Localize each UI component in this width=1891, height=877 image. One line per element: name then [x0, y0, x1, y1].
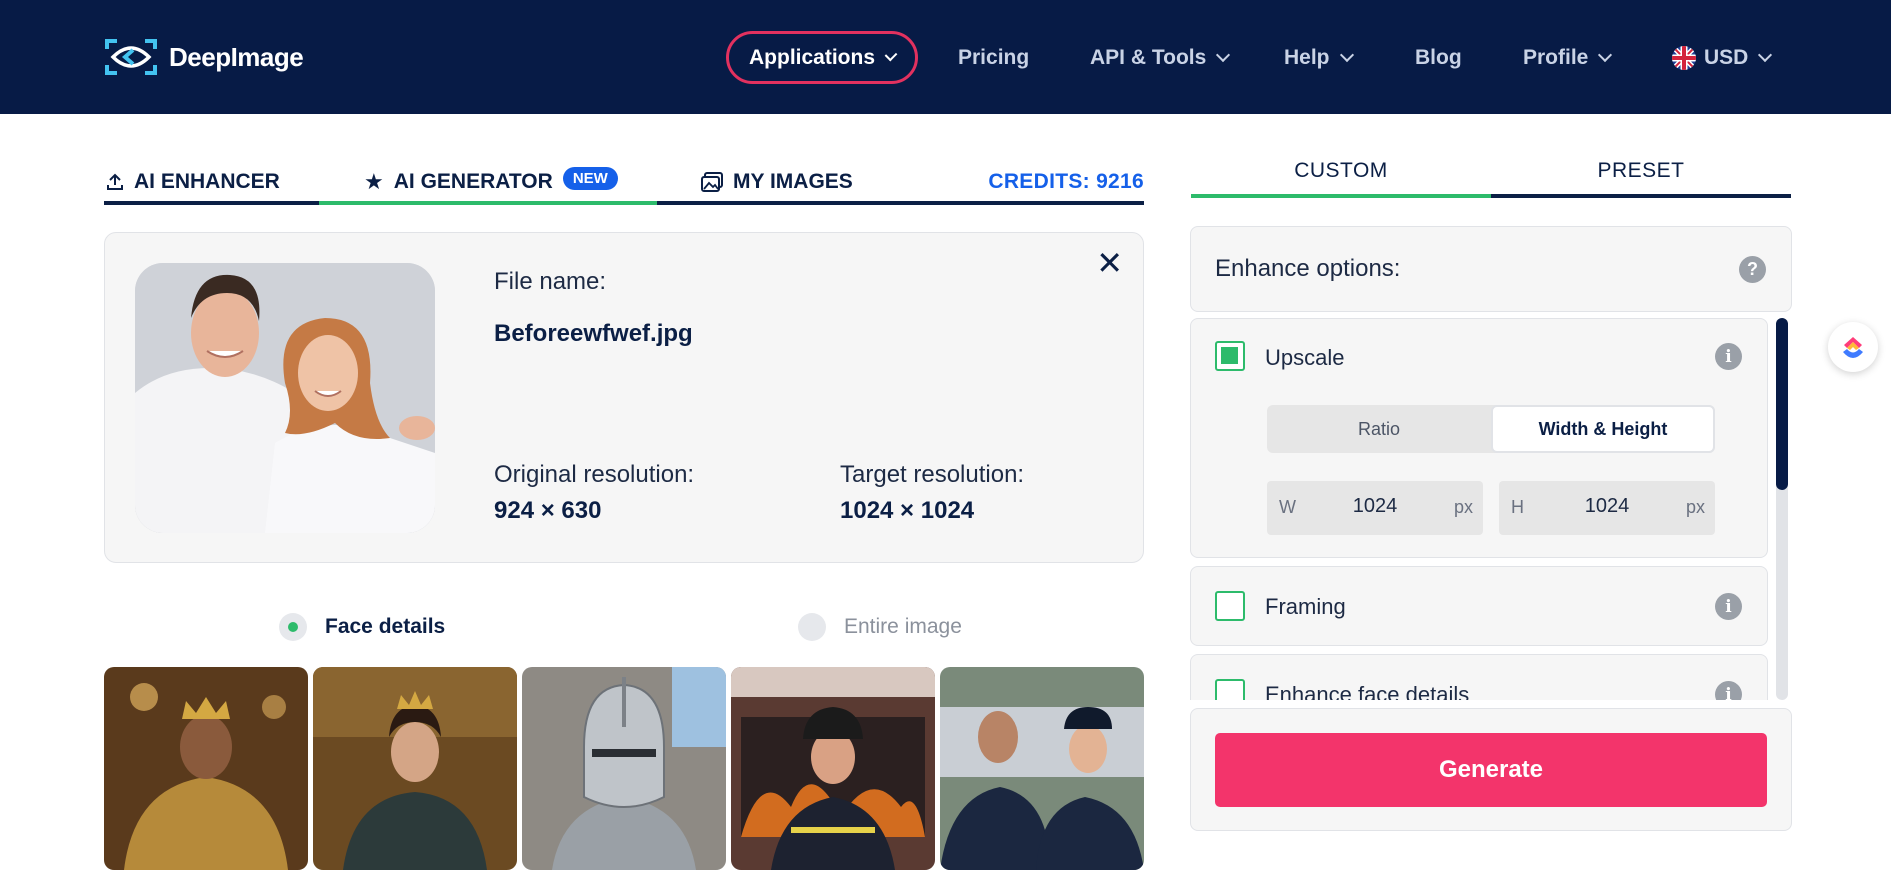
logo-eye-icon — [105, 39, 157, 75]
uk-flag-icon — [1672, 45, 1696, 70]
preset-knight-image[interactable] — [522, 667, 726, 870]
tab-ai-enhancer-label: AI ENHANCER — [134, 170, 280, 193]
chevron-down-icon — [1216, 47, 1231, 62]
tab-my-images-label: MY IMAGES — [733, 170, 853, 193]
radio-face-details-label: Face details — [325, 615, 446, 638]
info-icon[interactable]: i — [1715, 593, 1742, 620]
brand-logo[interactable]: DeepImage — [103, 37, 304, 77]
upscale-mode-toggle: Ratio Width & Height — [1267, 405, 1715, 453]
nav-profile-label: Profile — [1523, 45, 1589, 69]
tab-ai-enhancer[interactable]: AI ENHANCER — [106, 158, 280, 206]
chevron-down-icon — [1598, 47, 1613, 62]
tab-my-images[interactable]: MY IMAGES — [701, 158, 853, 206]
preset-king-image[interactable] — [104, 667, 308, 870]
framing-label: Framing — [1265, 594, 1346, 619]
enhance-options-title: Enhance options: — [1215, 255, 1401, 282]
width-input[interactable]: W 1024 px — [1267, 481, 1483, 535]
ratio-button[interactable]: Ratio — [1267, 405, 1491, 453]
option-framing: Framing i — [1190, 566, 1768, 646]
original-resolution-label: Original resolution: — [494, 461, 695, 488]
upscale-checkbox[interactable] — [1215, 341, 1245, 371]
option-upscale: Upscale i Ratio Width & Height W 1024 px… — [1190, 318, 1768, 558]
nav-api-tools[interactable]: API & Tools — [1090, 31, 1231, 84]
face-details-checkbox[interactable] — [1215, 679, 1245, 700]
upscale-label: Upscale — [1265, 345, 1345, 370]
upload-icon — [107, 173, 123, 190]
nav-pricing[interactable]: Pricing — [958, 31, 1029, 84]
tab-active-indicator — [319, 201, 657, 205]
tab-preset[interactable]: PRESET — [1491, 150, 1791, 192]
nav-help[interactable]: Help — [1284, 31, 1354, 84]
width-height-button[interactable]: Width & Height — [1491, 405, 1715, 453]
face-details-label: Enhance face details — [1265, 682, 1470, 700]
radio-face-details[interactable]: Face details — [279, 613, 445, 641]
tab-preset-underline — [1491, 194, 1791, 198]
nav-applications[interactable]: Applications — [726, 31, 918, 84]
generate-button[interactable]: Generate — [1215, 733, 1767, 807]
help-icon[interactable]: ? — [1739, 256, 1766, 283]
tab-custom-indicator — [1191, 194, 1491, 198]
info-icon[interactable]: i — [1715, 681, 1742, 700]
credits-counter: CREDITS: 9216 — [988, 170, 1144, 193]
width-value: 1024 — [1352, 495, 1398, 517]
height-unit: px — [1685, 497, 1705, 517]
preset-firefighter-image[interactable] — [731, 667, 935, 870]
enhance-options-header: Enhance options: ? — [1190, 226, 1792, 312]
original-resolution-value: 924 × 630 — [494, 497, 602, 524]
chevron-down-icon — [884, 48, 898, 61]
file-card: ✕ File name: Beforeewfwef.jpg Original r… — [104, 232, 1144, 563]
preset-gallery — [104, 667, 1144, 870]
radio-unselected-icon — [798, 613, 826, 641]
nav-blog[interactable]: Blog — [1415, 31, 1462, 84]
tab-ai-generator[interactable]: ★ AI GENERATOR NEW — [364, 158, 618, 206]
nav-applications-label: Applications — [749, 45, 876, 69]
gallery-icon — [701, 172, 723, 192]
nav-currency-label: USD — [1704, 45, 1749, 69]
option-enhance-face-details: Enhance face details i — [1190, 654, 1768, 700]
floating-widget-button[interactable] — [1828, 322, 1878, 372]
mode-tabs: AI ENHANCER ★ AI GENERATOR NEW MY IMAGES… — [104, 158, 1144, 206]
new-badge: NEW — [562, 166, 618, 190]
preset-queen-image[interactable] — [313, 667, 517, 870]
generate-container: Generate — [1190, 708, 1792, 831]
close-icon[interactable]: ✕ — [1096, 247, 1123, 279]
info-icon[interactable]: i — [1715, 343, 1742, 370]
nav-help-label: Help — [1284, 45, 1330, 69]
tab-ai-generator-label: AI GENERATOR — [393, 170, 553, 193]
nav-pricing-label: Pricing — [958, 45, 1030, 69]
brand-name: DeepImage — [169, 41, 304, 72]
chevron-down-icon — [1339, 47, 1354, 62]
file-name-label: File name: — [494, 268, 607, 295]
nav-api-tools-label: API & Tools — [1090, 45, 1207, 69]
chevron-down-icon — [1758, 47, 1773, 62]
nav-blog-label: Blog — [1415, 45, 1462, 69]
tab-custom[interactable]: CUSTOM — [1191, 150, 1491, 192]
nav-profile[interactable]: Profile — [1523, 31, 1613, 84]
file-name-value: Beforeewfwef.jpg — [494, 320, 693, 347]
height-input[interactable]: H 1024 px — [1499, 481, 1715, 535]
clickup-logo-icon — [1843, 337, 1863, 358]
width-unit: px — [1453, 497, 1473, 517]
radio-entire-image-label: Entire image — [844, 615, 962, 638]
target-resolution-label: Target resolution: — [840, 461, 1025, 488]
settings-tabs: CUSTOM PRESET — [1191, 150, 1791, 200]
framing-checkbox[interactable] — [1215, 591, 1245, 621]
radio-entire-image[interactable]: Entire image — [798, 613, 962, 641]
uploaded-image-thumbnail — [135, 263, 435, 533]
height-value: 1024 — [1584, 495, 1630, 517]
star-icon: ★ — [364, 169, 384, 194]
options-scrollbar-thumb[interactable] — [1776, 318, 1788, 490]
radio-selected-icon — [279, 613, 307, 641]
top-navbar: DeepImage Applications Pricing API & Too… — [0, 0, 1891, 114]
nav-currency[interactable]: USD — [1672, 31, 1773, 84]
target-resolution-value: 1024 × 1024 — [840, 497, 975, 524]
preset-police-image[interactable] — [940, 667, 1144, 870]
